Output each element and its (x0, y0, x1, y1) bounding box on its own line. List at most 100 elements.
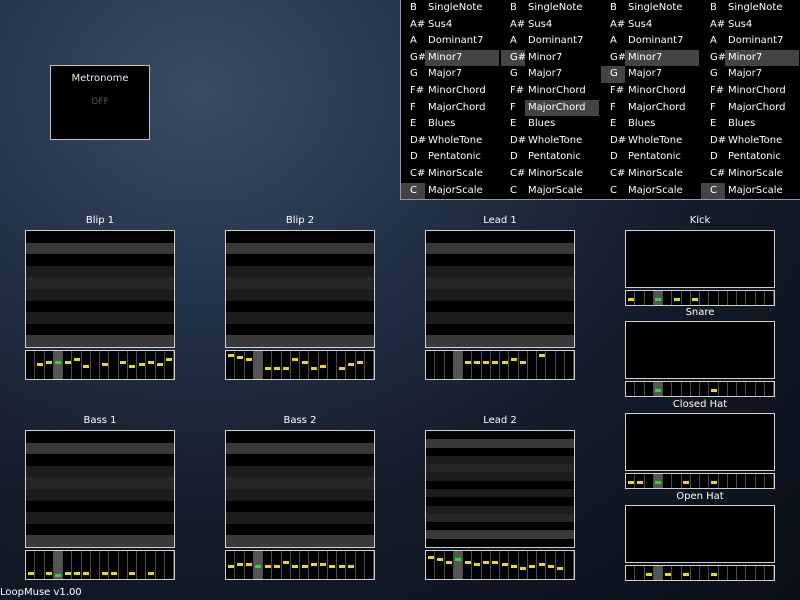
sequencer-step[interactable] (728, 566, 737, 580)
sequencer-step[interactable] (728, 474, 737, 488)
sequencer-step[interactable] (765, 382, 774, 396)
scale-type-option[interactable]: MinorScale (625, 166, 699, 183)
scale-type-option[interactable]: Sus4 (525, 17, 599, 34)
scale-type-option[interactable]: Blues (625, 116, 699, 133)
root-note-option[interactable]: A (701, 33, 725, 50)
root-note-option[interactable]: C (401, 182, 425, 200)
root-note-option[interactable]: G# (701, 50, 726, 67)
root-note-option[interactable]: B (401, 0, 425, 17)
sequencer-step[interactable] (691, 474, 700, 488)
sequencer-step[interactable] (756, 382, 765, 396)
sequencer-note[interactable] (464, 360, 471, 364)
root-note-option[interactable]: B (701, 0, 725, 17)
sequencer-note[interactable] (73, 358, 80, 362)
root-note-option[interactable]: F (701, 100, 725, 117)
scale-type-option[interactable]: SingleNote (725, 0, 799, 17)
sequencer-step[interactable] (165, 551, 174, 579)
sequencer-note[interactable] (236, 562, 243, 566)
sequencer-note[interactable] (273, 367, 280, 371)
sequencer-note[interactable] (510, 358, 517, 362)
sequencer-note[interactable] (264, 367, 271, 371)
sequencer-step[interactable] (254, 351, 263, 379)
scale-type-option[interactable]: SingleNote (525, 0, 599, 17)
root-note-option[interactable]: F (601, 100, 625, 117)
scale-type-option[interactable]: MinorChord (625, 83, 699, 100)
scale-type-option[interactable]: Minor7 (525, 50, 599, 67)
root-note-option[interactable]: G (501, 66, 525, 83)
sequencer-note[interactable] (683, 481, 690, 484)
closed-hat-pitch-grid[interactable] (625, 413, 775, 471)
sequencer-step[interactable] (482, 351, 491, 379)
sequencer-note[interactable] (283, 367, 290, 371)
sequencer-step[interactable] (235, 351, 245, 379)
sequencer-note[interactable] (227, 354, 234, 357)
sequencer-note[interactable] (347, 565, 354, 568)
scale-type-option[interactable]: Major7 (625, 66, 699, 83)
scale-type-option[interactable]: MinorChord (725, 83, 799, 100)
kick-pitch-grid[interactable] (625, 230, 775, 288)
lead-2-pitch-grid[interactable] (425, 430, 575, 548)
sequencer-step[interactable] (365, 551, 374, 579)
sequencer-step[interactable] (109, 551, 119, 579)
sequencer-step[interactable] (435, 351, 445, 379)
sequencer-note[interactable] (501, 360, 508, 364)
sequencer-note[interactable] (55, 573, 62, 577)
sequencer-step[interactable] (272, 351, 282, 379)
sequencer-step[interactable] (635, 291, 645, 305)
sequencer-note[interactable] (473, 360, 480, 364)
sequencer-note[interactable] (357, 360, 364, 364)
root-note-option[interactable]: D (401, 149, 425, 166)
sequencer-note[interactable] (636, 481, 643, 484)
sequencer-step[interactable] (746, 474, 756, 488)
sequencer-step[interactable] (72, 351, 82, 379)
sequencer-note[interactable] (510, 565, 517, 568)
sequencer-note[interactable] (227, 565, 234, 568)
sequencer-step[interactable] (100, 551, 110, 579)
root-note-option[interactable]: D# (601, 133, 626, 150)
sequencer-step[interactable] (654, 566, 663, 580)
root-note-option[interactable]: A# (601, 17, 625, 34)
sequencer-step[interactable] (337, 351, 347, 379)
sequencer-step[interactable] (146, 351, 156, 379)
sequencer-note[interactable] (446, 560, 453, 564)
scale-type-option[interactable]: MajorScale (525, 183, 599, 200)
sequencer-note[interactable] (520, 567, 527, 571)
scale-type-option[interactable]: Major7 (725, 66, 799, 83)
sequencer-step[interactable] (137, 551, 147, 579)
scale-type-option[interactable]: MajorScale (725, 183, 799, 200)
sequencer-note[interactable] (301, 360, 308, 364)
scale-type-option[interactable]: Sus4 (625, 17, 699, 34)
sequencer-note[interactable] (664, 573, 671, 576)
sequencer-note[interactable] (710, 573, 717, 576)
open-hat-step-sequencer[interactable] (625, 565, 775, 581)
sequencer-note[interactable] (492, 560, 499, 564)
root-note-option[interactable]: A# (501, 17, 525, 34)
sequencer-note[interactable] (683, 573, 690, 576)
sequencer-step[interactable] (263, 351, 273, 379)
scale-type-option[interactable]: Blues (425, 116, 499, 133)
scale-type-option[interactable]: SingleNote (625, 0, 699, 17)
sequencer-step[interactable] (356, 351, 365, 379)
root-note-option[interactable]: C# (401, 166, 425, 183)
bass-1-step-sequencer[interactable] (25, 550, 175, 580)
sequencer-step[interactable] (491, 551, 500, 579)
sequencer-step[interactable] (472, 351, 482, 379)
sequencer-step[interactable] (109, 351, 119, 379)
sequencer-note[interactable] (692, 298, 699, 301)
sequencer-step[interactable] (765, 291, 774, 305)
sequencer-step[interactable] (365, 351, 374, 379)
sequencer-note[interactable] (120, 360, 127, 364)
scale-type-option[interactable]: MajorScale (425, 183, 499, 200)
sequencer-step[interactable] (119, 351, 128, 379)
sequencer-step[interactable] (463, 551, 473, 579)
sequencer-step[interactable] (645, 382, 654, 396)
sequencer-note[interactable] (627, 481, 634, 484)
sequencer-step[interactable] (737, 474, 747, 488)
sequencer-note[interactable] (64, 360, 71, 364)
sequencer-step[interactable] (635, 566, 645, 580)
sequencer-step[interactable] (663, 474, 673, 488)
sequencer-note[interactable] (46, 571, 53, 575)
sequencer-note[interactable] (329, 565, 336, 568)
sequencer-step[interactable] (519, 351, 528, 379)
sequencer-step[interactable] (672, 566, 682, 580)
